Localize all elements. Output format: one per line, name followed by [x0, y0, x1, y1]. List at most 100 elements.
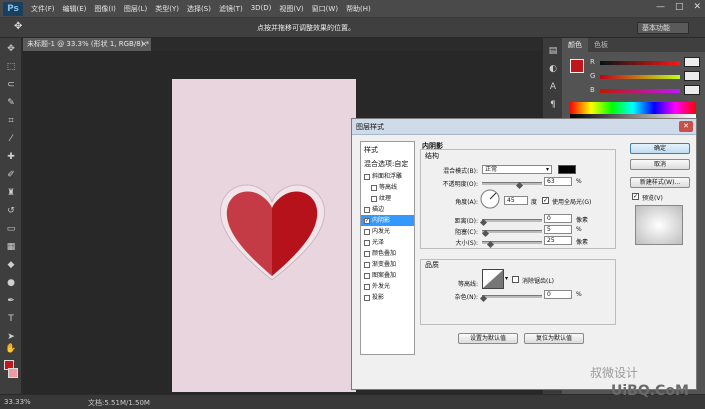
move-tool-icon[interactable]: ✥ [5, 44, 17, 54]
slider-b-value[interactable] [684, 85, 700, 95]
choke-field[interactable]: 5 [544, 225, 572, 234]
style-item[interactable]: 外发光 [361, 281, 414, 292]
blend-mode-select[interactable]: 正常 ▾ [482, 165, 552, 174]
blend-options-item[interactable]: 混合选项:自定 [364, 159, 408, 169]
style-checkbox[interactable] [364, 261, 370, 268]
slider-g-value[interactable] [684, 71, 700, 81]
preview-checkbox[interactable]: ✓ [632, 193, 639, 200]
menu-item-4[interactable]: 类型(Y) [155, 4, 179, 14]
style-item[interactable]: 光泽 [361, 237, 414, 248]
style-item[interactable]: 描边 [361, 204, 414, 215]
new-style-button[interactable]: 新建样式(W)... [630, 177, 690, 188]
eraser-tool-icon[interactable]: ▭ [5, 224, 17, 234]
zoom-level[interactable]: 33.33% [4, 398, 31, 406]
opacity-field[interactable]: 63 [544, 177, 572, 186]
lasso-tool-icon[interactable]: ⊂ [5, 80, 17, 90]
style-checkbox[interactable] [364, 239, 370, 246]
properties-panel-icon[interactable]: A [548, 82, 558, 92]
global-light-checkbox[interactable]: ✓ [542, 197, 549, 204]
history-panel-icon[interactable]: ▤ [548, 46, 558, 56]
hand-tool-icon[interactable]: ✋ [5, 344, 17, 354]
move-tool-icon[interactable]: ✥ [14, 21, 22, 32]
style-checkbox[interactable] [371, 184, 377, 191]
close-icon[interactable]: × [141, 38, 147, 51]
opacity-slider[interactable] [482, 182, 542, 185]
dodge-tool-icon[interactable]: ● [5, 278, 17, 288]
style-checkbox[interactable] [364, 206, 370, 213]
styles-header[interactable]: 样式 [364, 145, 378, 155]
paragraph-panel-icon[interactable]: ¶ [548, 100, 558, 110]
style-item[interactable]: 渐变叠加 [361, 259, 414, 270]
contour-picker[interactable] [482, 269, 504, 289]
noise-slider[interactable] [482, 295, 542, 298]
menu-item-3[interactable]: 图层(L) [124, 4, 147, 14]
antialias-checkbox[interactable] [512, 276, 519, 283]
workspace-select[interactable]: 基本功能 [637, 22, 689, 34]
set-default-button[interactable]: 设置为默认值 [458, 333, 518, 344]
style-checkbox[interactable]: ✓ [364, 217, 370, 224]
path-select-icon[interactable]: ➤ [5, 332, 17, 342]
menu-item-7[interactable]: 3D(D) [251, 4, 272, 14]
menu-item-2[interactable]: 图像(I) [94, 4, 116, 14]
blur-tool-icon[interactable]: ◆ [5, 260, 17, 270]
slider-r[interactable]: R [590, 57, 700, 68]
distance-slider[interactable] [482, 219, 542, 222]
angle-field[interactable]: 45 [504, 196, 528, 205]
distance-field[interactable]: 0 [544, 214, 572, 223]
style-checkbox[interactable] [364, 283, 370, 290]
crop-tool-icon[interactable]: ⌗ [5, 116, 17, 126]
eyedropper-tool-icon[interactable]: ⁄ [5, 134, 17, 144]
menu-item-0[interactable]: 文件(F) [31, 4, 55, 14]
type-tool-icon[interactable]: T [5, 314, 17, 324]
style-item[interactable]: 图案叠加 [361, 270, 414, 281]
menu-item-10[interactable]: 帮助(H) [346, 4, 371, 14]
style-checkbox[interactable] [364, 272, 370, 279]
close-icon[interactable]: ✕ [679, 121, 693, 132]
menu-item-9[interactable]: 窗口(W) [312, 4, 338, 14]
slider-r-value[interactable] [684, 57, 700, 67]
menu-item-8[interactable]: 视图(V) [279, 4, 303, 14]
style-item[interactable]: 纹理 [361, 193, 414, 204]
pen-tool-icon[interactable]: ✒ [5, 296, 17, 306]
healing-tool-icon[interactable]: ✚ [5, 152, 17, 162]
shadow-color-swatch[interactable] [558, 165, 576, 174]
style-item[interactable]: 斜面和浮雕 [361, 171, 414, 182]
style-checkbox[interactable] [371, 195, 377, 202]
ok-button[interactable]: 确定 [630, 143, 690, 154]
style-item[interactable]: 投影 [361, 292, 414, 303]
chevron-down-icon[interactable]: ▾ [505, 275, 508, 282]
slider-b[interactable]: B [590, 85, 700, 96]
menu-item-1[interactable]: 编辑(E) [63, 4, 87, 14]
menu-item-5[interactable]: 选择(S) [187, 4, 211, 14]
style-checkbox[interactable] [364, 294, 370, 301]
slider-g-track[interactable] [600, 75, 680, 79]
marquee-tool-icon[interactable]: ⬚ [5, 62, 17, 72]
panel-foreground-swatch[interactable] [570, 59, 584, 73]
size-field[interactable]: 25 [544, 236, 572, 245]
reset-default-button[interactable]: 复位为默认值 [524, 333, 584, 344]
tab-color[interactable]: 颜色 [562, 38, 588, 52]
minimize-button[interactable]: — [656, 2, 665, 12]
menu-item-6[interactable]: 滤镜(T) [219, 4, 243, 14]
style-checkbox[interactable] [364, 173, 370, 180]
style-item[interactable]: 颜色叠加 [361, 248, 414, 259]
style-checkbox[interactable] [364, 228, 370, 235]
document-tab[interactable]: 未标题-1 @ 33.3% (形状 1, RGB/8) * × [23, 38, 151, 51]
quick-select-tool-icon[interactable]: ✎ [5, 98, 17, 108]
angle-dial[interactable] [480, 189, 500, 209]
gradient-tool-icon[interactable]: ▦ [5, 242, 17, 252]
adjust-panel-icon[interactable]: ◐ [548, 64, 558, 74]
history-brush-icon[interactable]: ↺ [5, 206, 17, 216]
slider-r-track[interactable] [600, 61, 680, 65]
heart-shape[interactable] [215, 180, 330, 285]
slider-g[interactable]: G [590, 71, 700, 82]
style-item[interactable]: 等高线 [361, 182, 414, 193]
brush-tool-icon[interactable]: ✐ [5, 170, 17, 180]
stamp-tool-icon[interactable]: ♜ [5, 188, 17, 198]
slider-b-track[interactable] [600, 89, 680, 93]
choke-slider[interactable] [482, 230, 542, 233]
background-color-swatch[interactable] [8, 368, 18, 378]
tab-swatches[interactable]: 色板 [588, 38, 614, 52]
close-window-button[interactable]: ✕ [693, 2, 701, 12]
cancel-button[interactable]: 取消 [630, 159, 690, 170]
